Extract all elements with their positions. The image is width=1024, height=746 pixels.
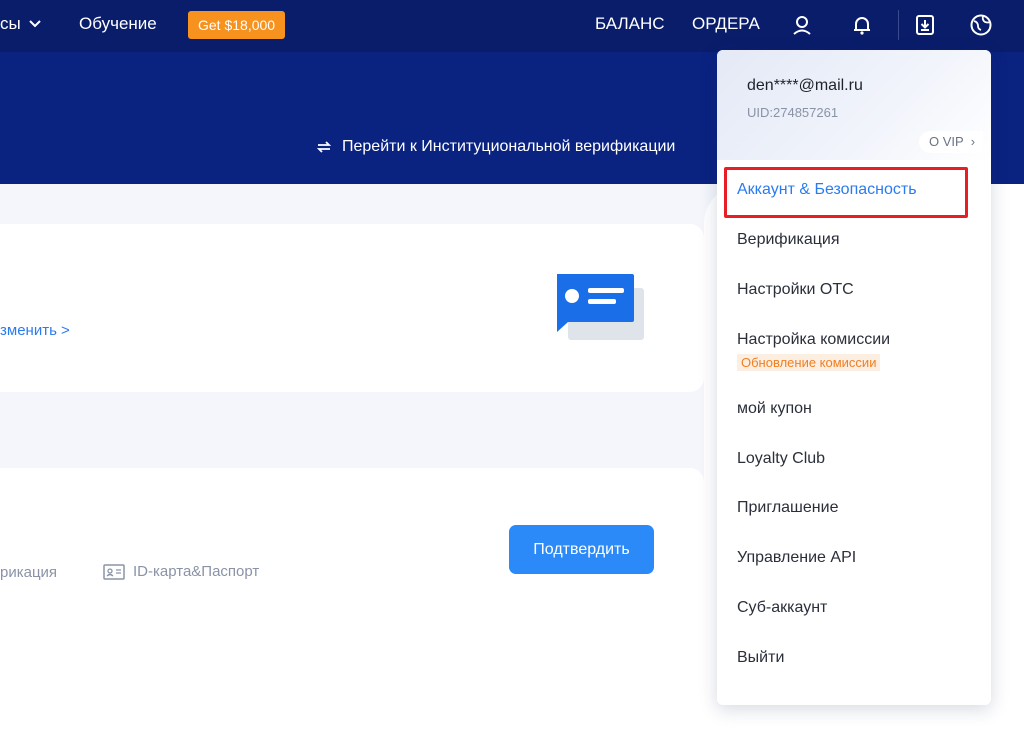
balance-link[interactable]: БАЛАНС — [595, 14, 665, 34]
user-email: den****@mail.ru — [747, 77, 863, 94]
learn-link-label: Обучение — [79, 14, 157, 33]
orders-link[interactable]: ОРДЕРА — [692, 14, 760, 34]
globe-icon[interactable] — [968, 12, 994, 38]
id-card-illustration-icon — [554, 272, 646, 347]
institutional-verification-link[interactable]: Перейти к Институциональной верификации — [316, 138, 675, 156]
verification-card — [0, 468, 704, 746]
menu-item-api-management[interactable]: Управление API — [737, 549, 856, 567]
confirm-button[interactable]: Подтвердить — [509, 525, 654, 574]
menu-item-invitation[interactable]: Приглашение — [737, 499, 838, 517]
promo-button[interactable]: Get $18,000 — [188, 11, 286, 39]
fee-update-badge: Обновление комиссии — [737, 354, 881, 371]
top-navigation: сы Обучение Get $18,000 БАЛАНС ОРДЕРА — [0, 0, 1024, 52]
account-dropdown: den****@mail.ru UID:274857261 O VIP › Ак… — [717, 50, 991, 705]
dropdown-header: den****@mail.ru UID:274857261 O VIP › — [717, 50, 991, 160]
vip-badge[interactable]: O VIP › — [919, 131, 984, 153]
vip-label: O VIP — [929, 134, 964, 149]
chevron-down-icon — [29, 20, 41, 28]
verification-text: рикация — [0, 564, 58, 581]
switch-icon — [316, 141, 332, 153]
menu-item-account-security[interactable]: Аккаунт & Безопасность — [737, 181, 917, 199]
menu-item-verification[interactable]: Верификация — [737, 231, 840, 249]
assets-menu-label: сы — [0, 14, 21, 33]
user-icon[interactable] — [789, 12, 815, 38]
id-document-label: ID-карта&Паспорт — [133, 563, 260, 580]
bell-icon[interactable] — [849, 12, 875, 38]
institutional-verification-label: Перейти к Институциональной верификации — [342, 138, 676, 155]
user-uid: UID:274857261 — [747, 105, 839, 120]
menu-item-logout[interactable]: Выйти — [737, 649, 784, 667]
menu-item-otc-settings[interactable]: Настройки ОТС — [737, 281, 854, 299]
id-document-option: ID-карта&Паспорт — [103, 563, 259, 580]
nav-divider — [898, 10, 899, 40]
menu-item-my-coupon[interactable]: мой купон — [737, 400, 812, 418]
download-icon[interactable] — [912, 12, 938, 38]
chevron-right-icon: › — [967, 134, 976, 149]
id-card-icon — [103, 563, 125, 580]
menu-item-sub-account[interactable]: Суб-аккаунт — [737, 599, 827, 617]
menu-item-fee-settings[interactable]: Настройка комиссии — [737, 331, 890, 349]
learn-link[interactable]: Обучение — [79, 14, 157, 34]
menu-item-loyalty-club[interactable]: Loyalty Club — [737, 450, 825, 468]
assets-menu[interactable]: сы — [0, 14, 43, 34]
change-link[interactable]: зменить > — [0, 322, 70, 339]
